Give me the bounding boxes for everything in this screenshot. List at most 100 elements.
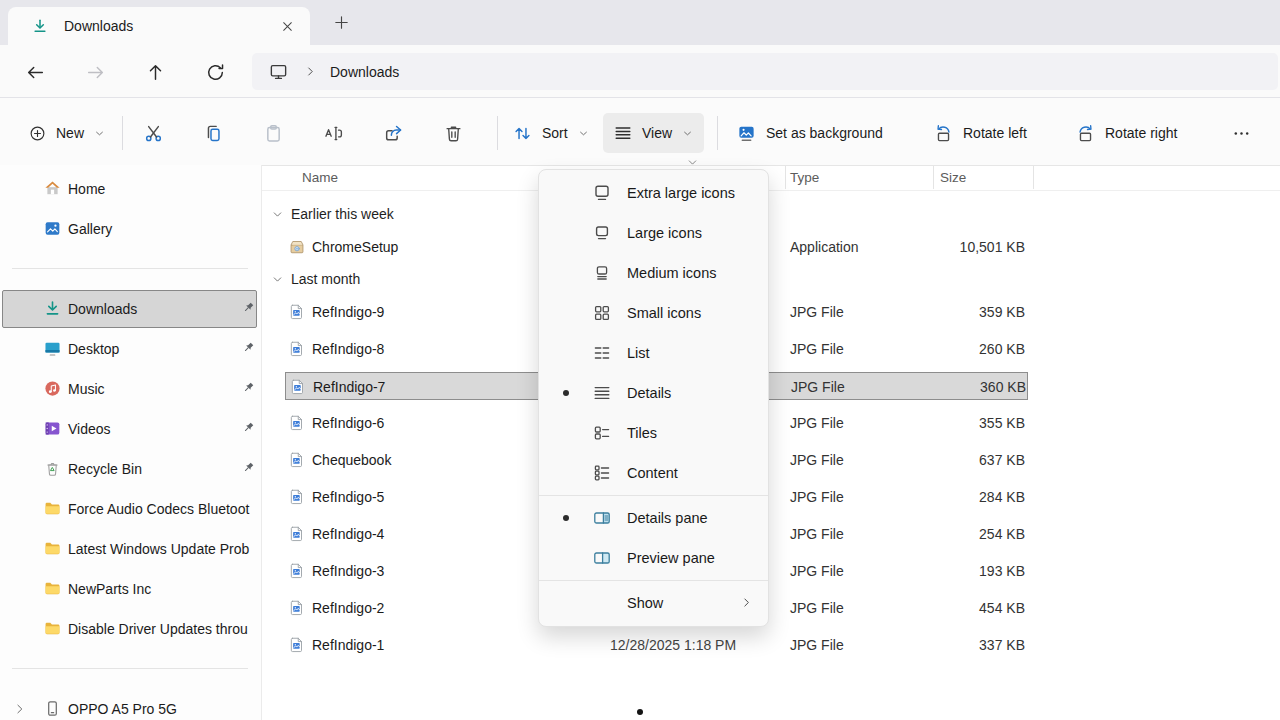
chevron-right-icon[interactable]	[13, 702, 27, 716]
copy-button[interactable]	[193, 113, 233, 153]
folder-icon	[43, 539, 62, 558]
file-type: JPG File	[790, 594, 844, 622]
menu-item-label: Small icons	[627, 293, 701, 333]
new-tab-icon[interactable]	[330, 11, 352, 33]
navigation-pane: HomeGallery DownloadsDesktopMusicVideosRe…	[0, 165, 262, 720]
cut-button[interactable]	[133, 113, 173, 153]
see-more-button[interactable]	[1221, 113, 1261, 153]
view-menu-item-medium-icons[interactable]: Medium icons	[539, 253, 768, 293]
sidebar-item-latest-windows-update-prob[interactable]: Latest Windows Update Prob	[0, 529, 261, 569]
explorer-tab-downloads[interactable]: Downloads	[8, 7, 310, 45]
column-header-size[interactable]: Size	[940, 166, 966, 189]
view-menu-item-tiles[interactable]: Tiles	[539, 413, 768, 453]
tab-close-icon[interactable]	[276, 15, 298, 37]
sort-button[interactable]: Sort	[502, 113, 600, 153]
back-icon[interactable]	[24, 61, 46, 83]
pin-icon	[241, 340, 256, 355]
view-menu-item-content[interactable]: Content	[539, 453, 768, 493]
view-menu-item-show[interactable]: Show	[539, 583, 768, 623]
breadcrumb-chevron-icon	[303, 64, 318, 79]
sidebar-item-oppo-a5-pro-5g[interactable]: OPPO A5 Pro 5G	[0, 689, 261, 720]
sort-button-label: Sort	[542, 125, 568, 141]
view-button[interactable]: View	[603, 113, 704, 153]
menu-item-label: Preview pane	[627, 538, 715, 578]
new-button-label: New	[56, 125, 84, 141]
view-menu-item-details[interactable]: Details	[539, 373, 768, 413]
view-menu-item-small-icons[interactable]: Small icons	[539, 293, 768, 333]
sidebar-item-label: OPPO A5 Pro 5G	[68, 689, 177, 720]
view-menu-item-preview-pane[interactable]: Preview pane	[539, 538, 768, 578]
set-background-icon	[736, 123, 757, 144]
file-name: RefIndigo-3	[312, 557, 384, 585]
view-menu-item-large-icons[interactable]: Large icons	[539, 213, 768, 253]
videos-icon	[43, 419, 62, 438]
sidebar-item-gallery[interactable]: Gallery	[0, 209, 261, 249]
address-bar[interactable]: Downloads	[252, 53, 1278, 90]
cursor-dot	[637, 709, 643, 715]
set-background-button[interactable]: Set as background	[726, 113, 893, 153]
gallery-icon	[43, 219, 62, 238]
chevron-down-icon[interactable]	[271, 208, 284, 221]
menu-item-label: Details	[627, 373, 671, 413]
view-menu-item-list[interactable]: List	[539, 333, 768, 373]
menu-item-label: Content	[627, 453, 678, 493]
breadcrumb-location[interactable]: Downloads	[330, 64, 399, 80]
new-button[interactable]: New	[18, 113, 116, 153]
column-header-type[interactable]: Type	[790, 166, 819, 189]
sidebar-item-newparts-inc[interactable]: NewParts Inc	[0, 569, 261, 609]
file-name: ChromeSetup	[312, 233, 398, 261]
medium-icons-icon	[592, 263, 612, 283]
file-name: RefIndigo-6	[312, 409, 384, 437]
cut-icon	[143, 123, 164, 144]
forward-icon[interactable]	[84, 61, 106, 83]
sidebar-item-videos[interactable]: Videos	[0, 409, 261, 449]
file-size: 637 KB	[875, 446, 1025, 474]
pin-icon	[241, 380, 256, 395]
trash-icon	[443, 123, 464, 144]
downloads-tab-icon	[31, 17, 49, 35]
file-type: JPG File	[790, 520, 844, 548]
file-size: 254 KB	[875, 520, 1025, 548]
folder-icon	[43, 619, 62, 638]
rename-button[interactable]	[313, 113, 353, 153]
chevron-down-icon[interactable]	[271, 273, 284, 286]
jpg-file-icon	[288, 525, 306, 543]
sidebar-item-label: Latest Windows Update Prob	[68, 529, 249, 569]
sidebar-item-home[interactable]: Home	[0, 169, 261, 209]
up-icon[interactable]	[144, 61, 166, 83]
sidebar-item-force-audio-codecs-bluetoot[interactable]: Force Audio Codecs Bluetoot	[0, 489, 261, 529]
column-header-name[interactable]: Name	[302, 166, 338, 189]
file-type: JPG File	[790, 335, 844, 363]
sidebar-item-label: Music	[68, 369, 105, 409]
file-size: 337 KB	[875, 631, 1025, 659]
file-row-refindigo-1[interactable]: RefIndigo-112/28/2025 1:18 PMJPG File337…	[285, 631, 1028, 659]
pin-icon	[241, 300, 256, 315]
sidebar-item-label: Home	[68, 169, 105, 209]
large-icons-icon	[592, 223, 612, 243]
sidebar-item-recycle-bin[interactable]: Recycle Bin	[0, 449, 261, 489]
share-button[interactable]	[373, 113, 413, 153]
set-background-label: Set as background	[766, 125, 883, 141]
chevron-right-icon	[739, 595, 754, 610]
rotate-right-icon	[1075, 123, 1096, 144]
file-size: 284 KB	[875, 483, 1025, 511]
sidebar-item-downloads[interactable]: Downloads	[0, 289, 261, 329]
sidebar-item-disable-driver-updates-throu[interactable]: Disable Driver Updates throu	[0, 609, 261, 649]
sidebar-item-desktop[interactable]: Desktop	[0, 329, 261, 369]
file-type: Application	[790, 233, 859, 261]
rotate-left-button[interactable]: Rotate left	[923, 113, 1037, 153]
file-size: 454 KB	[875, 594, 1025, 622]
share-icon	[383, 123, 404, 144]
view-menu-item-details-pane[interactable]: Details pane	[539, 498, 768, 538]
view-menu-item-extra-large-icons[interactable]: Extra large icons	[539, 173, 768, 213]
file-name: RefIndigo-9	[312, 298, 384, 326]
sidebar-item-music[interactable]: Music	[0, 369, 261, 409]
jpg-file-icon	[288, 562, 306, 580]
jpg-file-icon	[288, 599, 306, 617]
sort-descending-icon	[686, 156, 699, 169]
refresh-icon[interactable]	[204, 61, 226, 83]
file-name: Chequebook	[312, 446, 391, 474]
menu-item-label: Show	[627, 583, 663, 623]
rotate-right-button[interactable]: Rotate right	[1065, 113, 1187, 153]
delete-button[interactable]	[433, 113, 473, 153]
